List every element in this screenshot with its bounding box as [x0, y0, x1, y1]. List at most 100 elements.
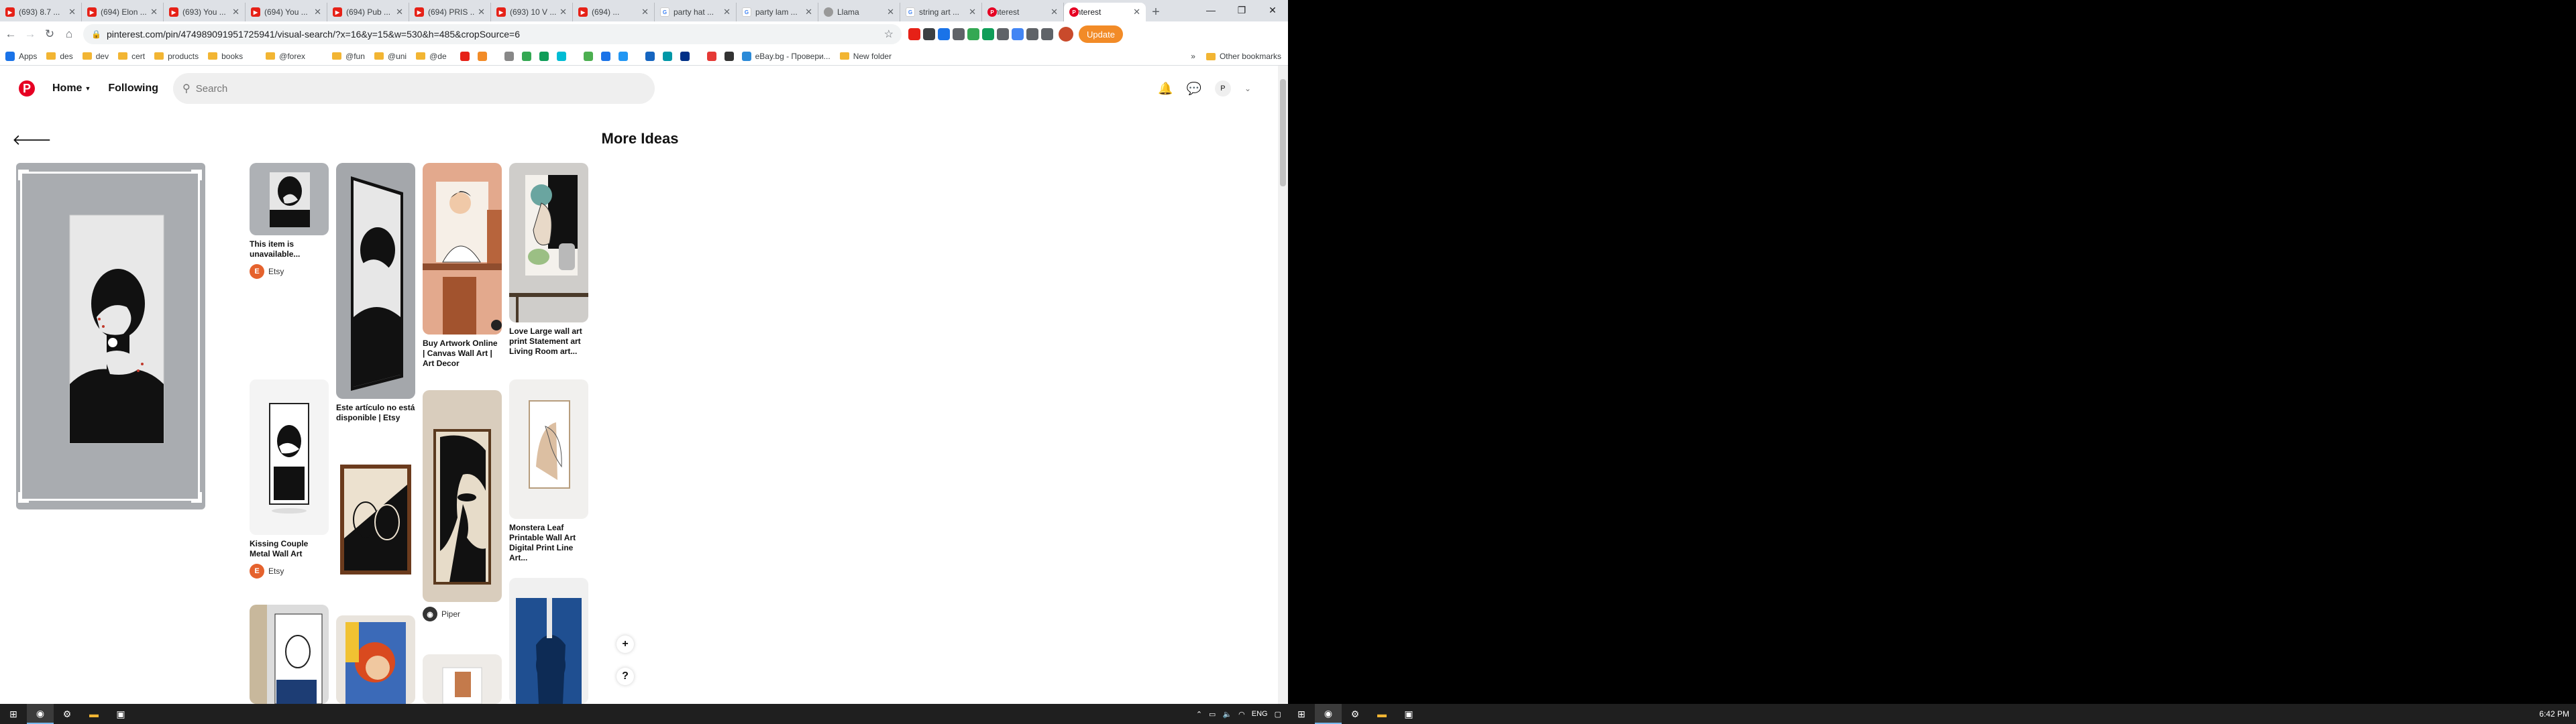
browser-tab[interactable]: ▶ (693) 8.7 ... ✕	[0, 3, 82, 21]
chrome-taskbar-icon[interactable]: ◉	[27, 704, 54, 724]
pin-title[interactable]: Kissing Couple Metal Wall Art	[250, 539, 329, 559]
browser-tab[interactable]: P Pinterest ✕	[982, 3, 1064, 21]
bookmark-icon-only[interactable]	[539, 51, 553, 61]
bookmark-folder[interactable]: @uni	[374, 52, 407, 61]
bell-icon[interactable]: 🔔	[1158, 82, 1173, 96]
url-text[interactable]: pinterest.com/pin/474989091951725941/vis…	[107, 29, 884, 40]
pin-image[interactable]	[423, 390, 502, 602]
bookmark-icon-only[interactable]	[477, 51, 491, 61]
avatar[interactable]: P	[1214, 80, 1231, 97]
pin-card[interactable]: ◉ Piper	[423, 390, 502, 621]
search-input[interactable]: ⚲ Search	[173, 73, 655, 104]
file-explorer-icon[interactable]: ▬	[1368, 704, 1395, 724]
chevron-down-icon[interactable]: ⌄	[1244, 84, 1251, 93]
back-arrow-icon[interactable]: 🡐	[12, 131, 52, 149]
pin-image[interactable]	[509, 163, 588, 322]
close-tab-icon[interactable]: ✕	[723, 7, 731, 17]
pin-image[interactable]	[336, 163, 415, 399]
bookmark-folder[interactable]: @fun	[332, 52, 365, 61]
bookmark-folder[interactable]: dev	[82, 52, 109, 61]
home-icon[interactable]: ⌂	[60, 25, 78, 43]
notification-icon[interactable]: ▢	[1275, 710, 1281, 719]
reload-icon[interactable]: ↻	[41, 25, 58, 43]
menu-icon[interactable]: ⋮	[1126, 29, 1135, 40]
visual-search-dot[interactable]	[108, 338, 117, 347]
browser-tab[interactable]: ▶ (694) You ... ✕	[246, 3, 327, 21]
close-tab-icon[interactable]: ✕	[887, 7, 894, 17]
help-button[interactable]: ?	[616, 668, 634, 685]
back-icon[interactable]: ←	[2, 25, 19, 43]
network-icon[interactable]: ▭	[1209, 710, 1216, 719]
profile-avatar[interactable]	[1059, 27, 1073, 42]
create-button[interactable]: +	[616, 636, 634, 653]
bookmark-folder[interactable]: books	[208, 52, 243, 61]
extension-icon[interactable]	[982, 28, 994, 40]
page-scrollbar[interactable]	[1278, 66, 1288, 704]
close-tab-icon[interactable]: ✕	[969, 7, 976, 17]
pin-card[interactable]: This item is unavailable... E Etsy	[250, 163, 329, 279]
pin-card[interactable]: Buy Artwork Online | Canvas Wall Art | A…	[423, 163, 502, 369]
language-indicator[interactable]: ENG	[1252, 710, 1268, 718]
pin-card[interactable]: Kissing Couple Metal Wall Art E Etsy	[250, 379, 329, 579]
extension-icon[interactable]	[908, 28, 920, 40]
bookmark-icon-only[interactable]	[521, 51, 535, 61]
settings-taskbar-icon[interactable]: ⚙	[54, 704, 80, 724]
close-tab-icon[interactable]: ✕	[641, 7, 649, 17]
pin-title[interactable]: This item is unavailable...	[250, 239, 329, 259]
bookmark-folder[interactable]: @de	[416, 52, 447, 61]
windows-start-icon[interactable]: ⊞	[1288, 704, 1315, 724]
clock[interactable]: 6:42 PM	[2539, 709, 2569, 719]
bookmark-folder[interactable]: New folder	[839, 52, 892, 61]
bookmark-folder[interactable]: des	[46, 52, 73, 61]
bookmark-star-icon[interactable]: ☆	[884, 27, 894, 41]
pin-image[interactable]	[423, 163, 502, 335]
bookmark-icon-only[interactable]	[583, 51, 597, 61]
pin-title[interactable]: Monstera Leaf Printable Wall Art Digital…	[509, 523, 588, 563]
forward-icon[interactable]: →	[21, 25, 39, 43]
minimize-icon[interactable]: —	[1195, 0, 1226, 20]
browser-tab[interactable]: ▶ (694) Pub ... ✕	[327, 3, 409, 21]
browser-tab[interactable]: ▶ (693) You ... ✕	[164, 3, 246, 21]
pin-card[interactable]: Monstera Leaf Printable Wall Art Digital…	[509, 379, 588, 563]
app-taskbar-icon[interactable]: ▣	[1395, 704, 1422, 724]
pin-card[interactable]: Este artículo no está disponible | Etsy	[336, 163, 415, 423]
extension-icon[interactable]	[967, 28, 979, 40]
bookmark-icon-only[interactable]	[706, 51, 720, 61]
bookmark-folder[interactable]: @forex	[266, 52, 305, 61]
browser-tab[interactable]: Gstring art ... ✕	[900, 3, 982, 21]
pin-card[interactable]	[336, 615, 415, 704]
pinterest-logo[interactable]: P	[19, 80, 35, 97]
pin-card[interactable]	[423, 654, 502, 704]
bookmark-icon-only[interactable]	[645, 51, 659, 61]
chrome-taskbar-icon[interactable]: ◉	[1315, 704, 1342, 724]
pin-title[interactable]: Buy Artwork Online | Canvas Wall Art | A…	[423, 339, 502, 369]
bookmark-icon-only[interactable]	[600, 51, 614, 61]
settings-taskbar-icon[interactable]: ⚙	[1342, 704, 1368, 724]
close-tab-icon[interactable]: ✕	[232, 7, 239, 17]
pin-title[interactable]: Love Large wall art print Statement art …	[509, 326, 588, 357]
other-bookmarks[interactable]: Other bookmarks	[1205, 52, 1281, 61]
bookmark-ebay[interactable]: eBay.bg - Провери...	[741, 51, 830, 61]
browser-tab-active[interactable]: P Pinterest ✕	[1064, 3, 1146, 21]
bookmark-icon-only[interactable]	[662, 51, 676, 61]
browser-tab[interactable]: Gparty lam ... ✕	[737, 3, 818, 21]
pin-image[interactable]	[250, 163, 329, 235]
bookmark-icon-only[interactable]	[680, 51, 694, 61]
extension-icon[interactable]	[923, 28, 935, 40]
bookmark-icon-only[interactable]	[556, 51, 570, 61]
pin-title[interactable]: Este artículo no está disponible | Etsy	[336, 403, 415, 423]
address-bar[interactable]: 🔒 pinterest.com/pin/474989091951725941/v…	[83, 24, 902, 44]
pin-image[interactable]	[423, 654, 502, 704]
bookmark-icon-only[interactable]	[460, 51, 474, 61]
pin-image[interactable]	[336, 615, 415, 704]
pin-card[interactable]	[250, 605, 329, 704]
puzzle-icon[interactable]	[1026, 28, 1038, 40]
pin-source[interactable]: ◉ Piper	[423, 607, 502, 621]
close-window-icon[interactable]: ✕	[1257, 0, 1288, 20]
pin-card[interactable]	[509, 578, 588, 704]
pin-image[interactable]	[509, 578, 588, 704]
extension-icon[interactable]	[997, 28, 1009, 40]
media-icon[interactable]	[1041, 28, 1053, 40]
extension-icon[interactable]	[938, 28, 950, 40]
new-tab-button[interactable]: +	[1146, 3, 1166, 21]
